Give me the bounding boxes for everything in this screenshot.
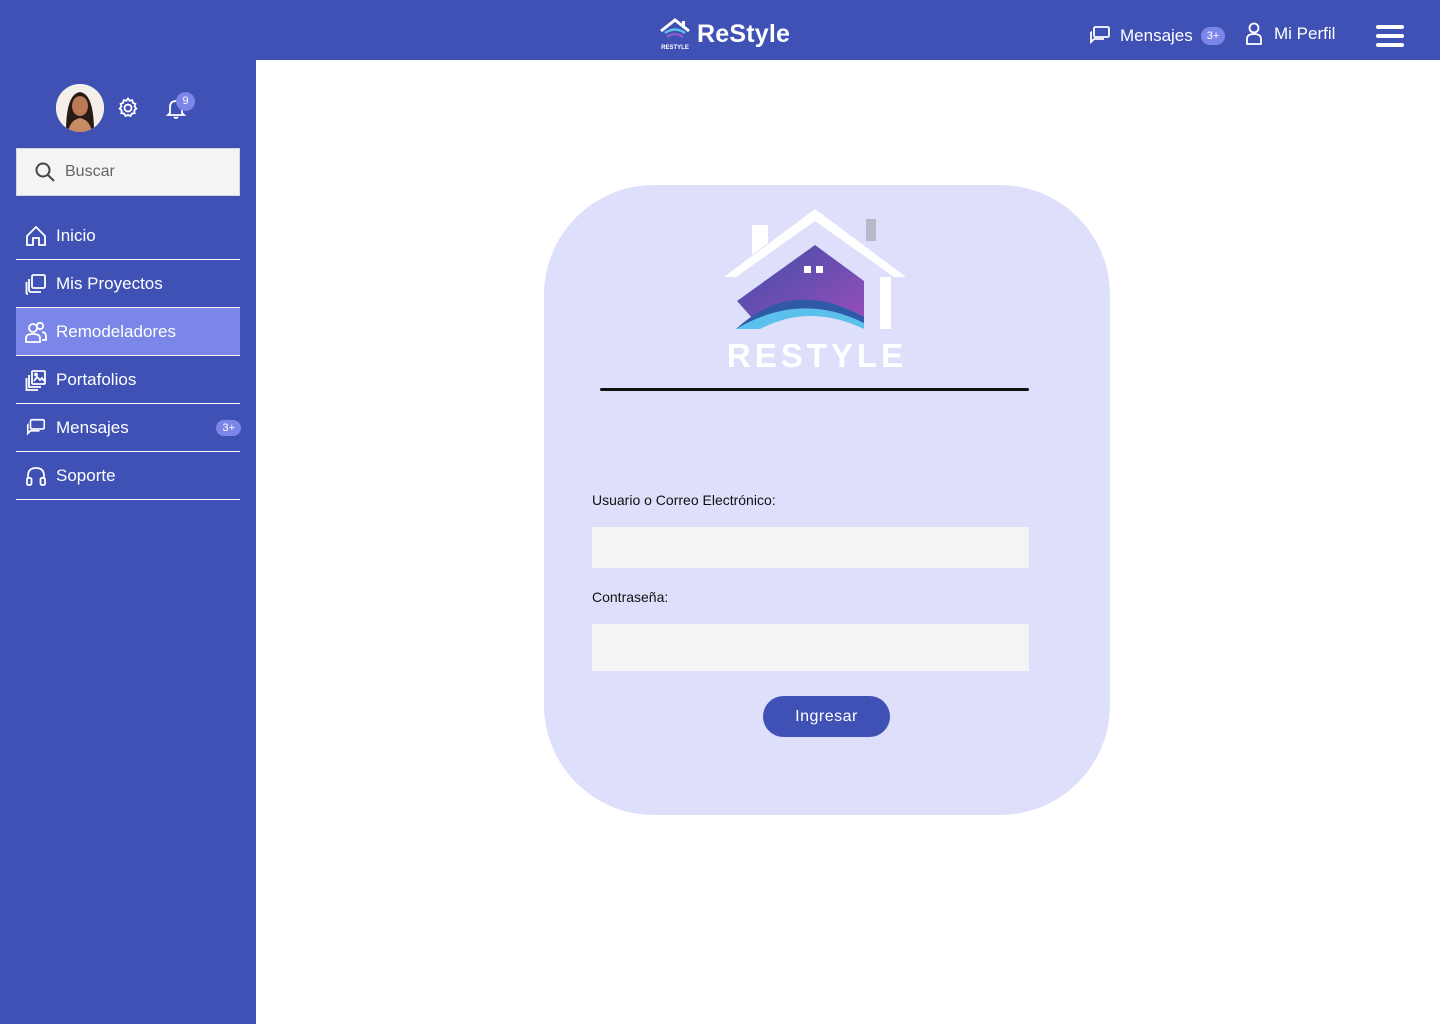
sidebar-item-label: Soporte: [56, 465, 116, 485]
messages-badge: 3+: [1200, 27, 1226, 45]
profile-label: Mi Perfil: [1274, 24, 1336, 43]
login-button[interactable]: Ingresar: [763, 696, 890, 737]
logo-divider: [600, 388, 1029, 391]
sidebar-messages-badge: 3+: [216, 420, 241, 436]
search-icon: [35, 162, 55, 182]
search-input[interactable]: [65, 163, 215, 181]
password-label: Contraseña:: [592, 589, 669, 605]
avatar[interactable]: [56, 84, 104, 132]
sidebar-item-label: Mis Proyectos: [56, 273, 163, 293]
messages-label: Mensajes: [1120, 26, 1193, 45]
username-field[interactable]: [592, 527, 1029, 568]
gear-icon[interactable]: [116, 96, 140, 120]
users-icon: [25, 321, 47, 343]
user-icon: [1246, 22, 1262, 45]
messages-link[interactable]: Mensajes 3+: [1088, 22, 1226, 50]
projects-icon: [25, 273, 46, 295]
sidebar: 9 Inicio Mis Proyectos: [0, 60, 256, 1024]
house-logo-icon: RESTYLE: [660, 18, 690, 51]
sidebar-item-inicio[interactable]: Inicio: [16, 212, 240, 260]
notification-badge: 9: [176, 92, 195, 111]
sidebar-item-remodeladores[interactable]: Remodeladores: [16, 308, 240, 356]
logo-text: RESTYLE: [727, 337, 907, 374]
sidebar-item-label: Remodeladores: [56, 321, 177, 341]
avatar-image: [56, 84, 104, 132]
chat-icon: [26, 418, 46, 435]
profile-link[interactable]: Mi Perfil: [1243, 20, 1335, 48]
headset-icon: [26, 466, 46, 486]
hamburger-menu-icon[interactable]: [1376, 25, 1404, 47]
login-card: RESTYLE Usuario o Correo Electrónico: Co…: [544, 185, 1110, 815]
brand-name: ReStyle: [697, 19, 791, 48]
portfolio-icon: [25, 369, 46, 391]
sidebar-item-soporte[interactable]: Soporte: [16, 452, 240, 500]
password-field[interactable]: [592, 624, 1029, 671]
brand-logo-text: RESTYLE: [661, 45, 689, 51]
sidebar-item-mensajes[interactable]: Mensajes 3+: [16, 404, 241, 452]
sidebar-item-label: Mensajes: [56, 417, 129, 437]
restyle-logo: RESTYLE: [724, 209, 907, 374]
chat-icon: [1090, 26, 1110, 45]
top-navbar: RESTYLE ReStyle Mensajes 3+ Mi Perfil: [0, 0, 1440, 60]
sidebar-item-label: Inicio: [56, 225, 96, 245]
sidebar-item-mis-proyectos[interactable]: Mis Proyectos: [16, 260, 240, 308]
sidebar-item-label: Portafolios: [56, 369, 137, 389]
username-label: Usuario o Correo Electrónico:: [592, 492, 776, 508]
sidebar-item-portafolios[interactable]: Portafolios: [16, 356, 240, 404]
sidebar-nav: Inicio Mis Proyectos Remodeladores Porta…: [16, 212, 242, 500]
home-icon: [26, 225, 46, 246]
brand[interactable]: RESTYLE ReStyle: [657, 16, 790, 52]
search-box[interactable]: [16, 148, 240, 196]
